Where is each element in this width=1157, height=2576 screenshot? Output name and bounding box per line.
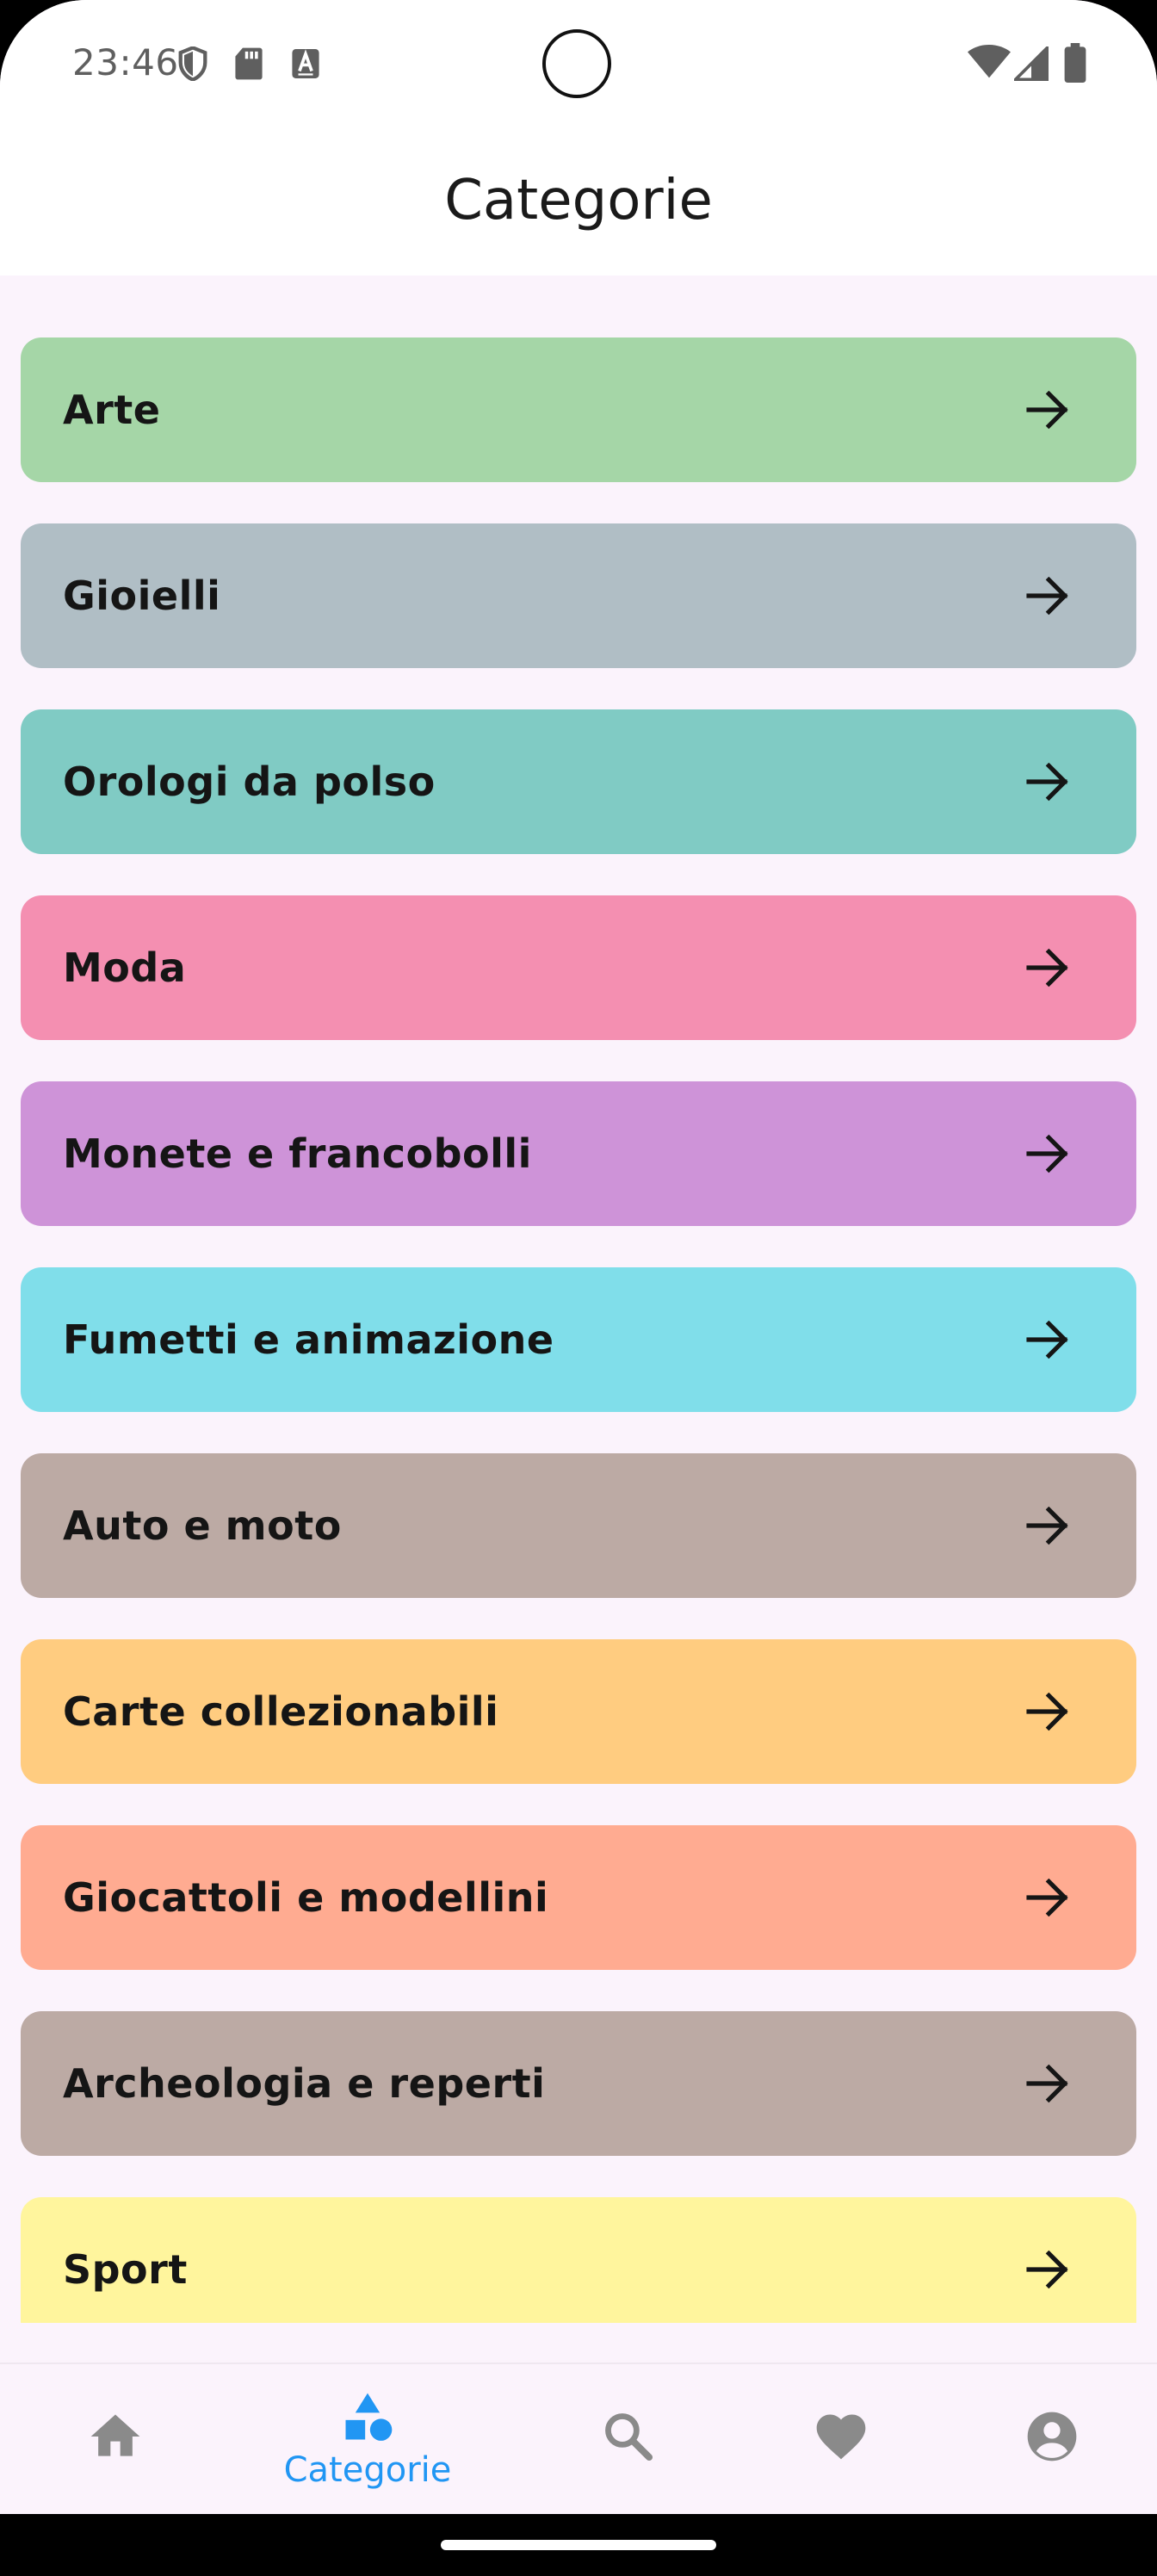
gesture-bar-area bbox=[0, 2514, 1157, 2576]
nav-item-home[interactable] bbox=[0, 2364, 231, 2516]
category-card-orologi[interactable]: Orologi da polso bbox=[21, 709, 1136, 854]
category-shapes-icon bbox=[345, 2393, 393, 2441]
category-card-auto[interactable]: Auto e moto bbox=[21, 1453, 1136, 1598]
category-card-monete[interactable]: Monete e francobolli bbox=[21, 1081, 1136, 1226]
category-card-gioielli[interactable]: Gioielli bbox=[21, 523, 1136, 668]
battery-icon bbox=[1064, 43, 1086, 83]
wifi-icon bbox=[968, 45, 1011, 78]
arrow-forward-icon bbox=[1026, 948, 1068, 988]
nav-item-categorie[interactable]: Categorie bbox=[252, 2364, 483, 2516]
app-bar: Categorie bbox=[0, 129, 1157, 276]
category-label: Giocattoli e modellini bbox=[63, 1874, 549, 1921]
category-card-giocattoli[interactable]: Giocattoli e modellini bbox=[21, 1825, 1136, 1970]
arrow-forward-icon bbox=[1026, 2250, 1068, 2289]
arrow-forward-icon bbox=[1026, 1506, 1068, 1545]
heart-icon bbox=[816, 2414, 866, 2460]
nav-item-search[interactable] bbox=[513, 2364, 744, 2516]
category-label: Auto e moto bbox=[63, 1502, 342, 1549]
app-screen: 23:46 Categorie Arte Gioielli Orologi da… bbox=[0, 0, 1157, 2576]
arrow-forward-icon bbox=[1026, 762, 1068, 802]
category-label: Orologi da polso bbox=[63, 759, 436, 805]
keyboard-a-icon bbox=[292, 49, 319, 78]
category-label: Arte bbox=[63, 387, 161, 433]
shield-icon bbox=[178, 46, 207, 81]
account-circle-icon bbox=[1027, 2412, 1077, 2461]
arrow-forward-icon bbox=[1026, 2064, 1068, 2103]
category-label: Fumetti e animazione bbox=[63, 1316, 554, 1363]
category-card-arte[interactable]: Arte bbox=[21, 337, 1136, 482]
category-label: Monete e francobolli bbox=[63, 1130, 532, 1177]
category-label: Moda bbox=[63, 944, 187, 991]
gesture-handle[interactable] bbox=[441, 2540, 716, 2550]
nav-label-categorie: Categorie bbox=[283, 2450, 452, 2490]
arrow-forward-icon bbox=[1026, 1692, 1068, 1731]
category-card-sport[interactable]: Sport bbox=[21, 2197, 1136, 2323]
category-card-carte[interactable]: Carte collezionabili bbox=[21, 1639, 1136, 1784]
bottom-navigation: Categorie bbox=[0, 2362, 1157, 2514]
category-label: Archeologia e reperti bbox=[63, 2060, 546, 2107]
search-icon bbox=[605, 2413, 653, 2461]
category-list[interactable]: Arte Gioielli Orologi da polso Moda Mone… bbox=[0, 276, 1157, 2323]
camera-cutout bbox=[542, 29, 611, 98]
arrow-forward-icon bbox=[1026, 1134, 1068, 1173]
status-time: 23:46 bbox=[72, 41, 179, 84]
nav-item-profile[interactable] bbox=[937, 2364, 1157, 2516]
category-card-moda[interactable]: Moda bbox=[21, 895, 1136, 1040]
category-label: Carte collezionabili bbox=[63, 1688, 499, 1735]
arrow-forward-icon bbox=[1026, 390, 1068, 430]
arrow-forward-icon bbox=[1026, 1878, 1068, 1917]
status-bar: 23:46 bbox=[0, 0, 1157, 129]
arrow-forward-icon bbox=[1026, 1320, 1068, 1359]
arrow-forward-icon bbox=[1026, 576, 1068, 616]
category-label: Gioielli bbox=[63, 573, 221, 619]
category-card-archeologia[interactable]: Archeologia e reperti bbox=[21, 2011, 1136, 2156]
nav-item-favorites[interactable] bbox=[726, 2364, 956, 2516]
category-label: Sport bbox=[63, 2246, 188, 2293]
cell-signal-icon bbox=[1014, 46, 1049, 81]
page-title: Categorie bbox=[444, 169, 713, 232]
home-icon bbox=[90, 2414, 140, 2456]
sd-card-icon bbox=[235, 47, 263, 80]
category-card-fumetti[interactable]: Fumetti e animazione bbox=[21, 1267, 1136, 1412]
